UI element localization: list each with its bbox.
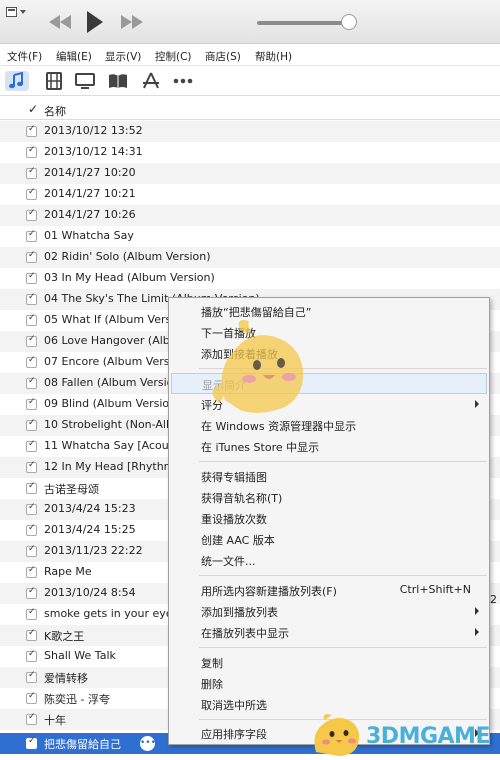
- ctx-new-playlist[interactable]: 用所选内容新建播放列表(F) Ctrl+Shift+N: [169, 580, 489, 601]
- menu-store[interactable]: 商店(S): [205, 49, 241, 64]
- volume-knob[interactable]: [341, 14, 357, 30]
- music-icon[interactable]: [5, 71, 29, 91]
- row-checkbox[interactable]: [26, 187, 37, 200]
- row-checkbox[interactable]: [26, 544, 37, 557]
- watermark-logo-icon: [314, 714, 360, 756]
- appstore-icon[interactable]: [139, 71, 163, 91]
- row-checkbox[interactable]: [26, 607, 37, 620]
- row-checkbox[interactable]: [26, 460, 37, 473]
- song-name: 2013/10/12 14:31: [44, 145, 143, 158]
- song-name: 2014/1/27 10:26: [44, 208, 136, 221]
- submenu-arrow-icon: [475, 607, 479, 615]
- menu-controls[interactable]: 控制(C): [155, 49, 192, 64]
- menu-view[interactable]: 显示(V): [105, 49, 141, 64]
- row-checkbox[interactable]: [26, 502, 37, 515]
- row-checkbox[interactable]: [26, 418, 37, 431]
- truncated-column-value: 2: [490, 593, 497, 606]
- row-checkbox[interactable]: [26, 292, 37, 305]
- song-name: 2013/10/12 13:52: [44, 124, 143, 137]
- song-name: 2014/1/27 10:21: [44, 187, 136, 200]
- row-checkbox[interactable]: [26, 250, 37, 263]
- row-checkbox[interactable]: [26, 313, 37, 326]
- row-checkbox[interactable]: [26, 565, 37, 578]
- row-checkbox[interactable]: [26, 397, 37, 410]
- ctx-create-aac[interactable]: 创建 AAC 版本: [169, 529, 489, 550]
- tv-icon[interactable]: [73, 71, 97, 91]
- ctx-show-in-playlist[interactable]: 在播放列表中显示: [169, 622, 489, 643]
- row-checkbox[interactable]: [26, 355, 37, 368]
- menu-file[interactable]: 文件(F): [7, 49, 42, 64]
- row-checkbox[interactable]: [26, 229, 37, 242]
- ctx-reset-plays[interactable]: 重设播放次数: [169, 508, 489, 529]
- ctx-consolidate[interactable]: 统一文件...: [169, 550, 489, 571]
- row-checkbox[interactable]: [26, 523, 37, 536]
- row-checkbox[interactable]: [26, 334, 37, 347]
- row-checkbox[interactable]: [26, 166, 37, 179]
- row-checkbox[interactable]: [26, 670, 37, 683]
- play-icon[interactable]: [86, 11, 104, 33]
- table-row[interactable]: 01 Whatcha Say: [0, 226, 500, 247]
- ctx-get-artwork[interactable]: 获得专辑插图: [169, 466, 489, 487]
- song-name: 2014/1/27 10:20: [44, 166, 136, 179]
- submenu-arrow-icon: [475, 400, 479, 408]
- row-more-icon[interactable]: •••: [140, 736, 156, 751]
- table-row[interactable]: 2014/1/27 10:21: [0, 184, 500, 205]
- previous-track-icon[interactable]: [48, 15, 72, 29]
- ctx-delete[interactable]: 删除: [169, 673, 489, 694]
- row-checkbox[interactable]: [26, 649, 37, 662]
- table-row[interactable]: 2014/1/27 10:20: [0, 163, 500, 184]
- row-checkbox[interactable]: [26, 691, 37, 704]
- row-checkbox[interactable]: [26, 145, 37, 158]
- book-icon[interactable]: [106, 71, 130, 91]
- row-checkbox[interactable]: [26, 736, 37, 749]
- menu-help[interactable]: 帮助(H): [255, 49, 292, 64]
- song-list-header: ✓ 名称: [0, 98, 500, 120]
- row-checkbox[interactable]: [26, 208, 37, 221]
- ctx-get-track-names[interactable]: 获得音轨名称(T): [169, 487, 489, 508]
- submenu-arrow-icon: [475, 628, 479, 636]
- window-menu-icon[interactable]: [6, 6, 28, 20]
- menu-separator: [199, 647, 487, 648]
- row-checkbox[interactable]: [26, 481, 37, 494]
- ctx-add-to-playlist[interactable]: 添加到播放列表: [169, 601, 489, 622]
- next-track-icon[interactable]: [120, 15, 144, 29]
- film-icon[interactable]: [42, 71, 66, 91]
- song-name: 02 Ridin' Solo (Album Version): [44, 250, 211, 263]
- name-column-header[interactable]: 名称: [44, 103, 66, 119]
- row-checkbox[interactable]: [26, 124, 37, 137]
- menu-bar: 文件(F) 编辑(E) 显示(V) 控制(C) 商店(S) 帮助(H): [0, 44, 500, 66]
- row-checkbox[interactable]: [26, 271, 37, 284]
- shortcut-label: Ctrl+Shift+N: [399, 583, 471, 596]
- row-checkbox[interactable]: [26, 628, 37, 641]
- song-name: 01 Whatcha Say: [44, 229, 134, 242]
- watermark-text: 3DMGAME: [366, 724, 490, 749]
- table-row[interactable]: 2014/1/27 10:26: [0, 205, 500, 226]
- ctx-show-in-store[interactable]: 在 iTunes Store 中显示: [169, 436, 489, 457]
- checkbox-column-header[interactable]: ✓: [28, 102, 38, 116]
- volume-slider[interactable]: [257, 14, 357, 30]
- table-row[interactable]: 03 In My Head (Album Version): [0, 268, 500, 289]
- mascot-watermark-icon: [212, 320, 304, 413]
- row-checkbox[interactable]: [26, 712, 37, 725]
- menu-separator: [199, 575, 487, 576]
- row-checkbox[interactable]: [26, 376, 37, 389]
- table-row[interactable]: 2013/10/12 13:52: [0, 121, 500, 142]
- ctx-copy[interactable]: 复制: [169, 652, 489, 673]
- more-icon[interactable]: [171, 71, 195, 91]
- player-toolbar: [0, 0, 500, 44]
- song-name: 03 In My Head (Album Version): [44, 271, 215, 284]
- media-type-bar: [0, 66, 500, 96]
- menu-edit[interactable]: 编辑(E): [56, 49, 92, 64]
- table-row[interactable]: 02 Ridin' Solo (Album Version): [0, 247, 500, 268]
- table-row[interactable]: 2013/10/12 14:31: [0, 142, 500, 163]
- menu-separator: [199, 461, 487, 462]
- row-checkbox[interactable]: [26, 439, 37, 452]
- row-checkbox[interactable]: [26, 586, 37, 599]
